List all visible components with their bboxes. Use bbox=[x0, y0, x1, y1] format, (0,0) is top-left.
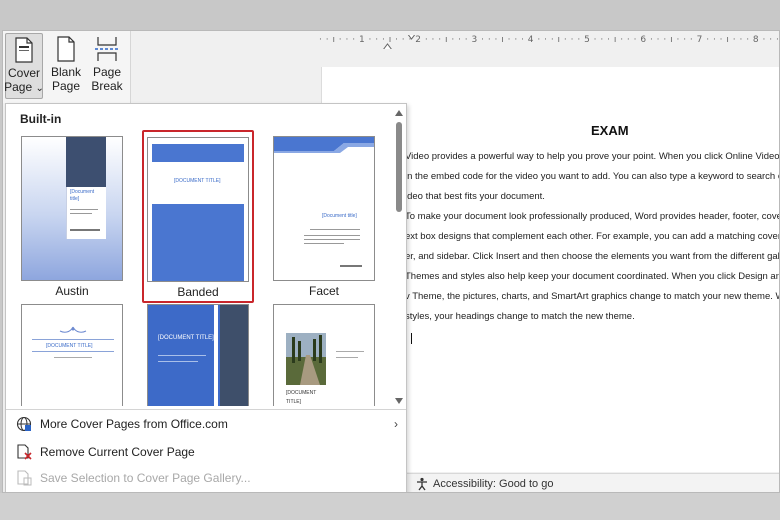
thumbnail-facet[interactable]: [Document title] Facet bbox=[270, 136, 378, 298]
thumbnail-ion[interactable]: [DOCUMENT TITLE] bbox=[270, 304, 378, 406]
thumbnail-preview: [DOCUMENT TITLE] bbox=[147, 304, 249, 406]
indent-marker-icon[interactable] bbox=[407, 35, 416, 42]
ribbon-pages-group: Cover Page ⌄ Blank Page Page Break bbox=[3, 31, 131, 103]
scroll-thumb[interactable] bbox=[396, 122, 402, 212]
thumbnail-inner-title: [Document title] bbox=[70, 189, 95, 202]
doc-line: To make your document look professionall… bbox=[405, 211, 780, 222]
doc-line: styles, your headings change to match th… bbox=[405, 311, 635, 322]
document-heading: EXAM bbox=[591, 123, 629, 138]
save-to-gallery-item: Save Selection to Cover Page Gallery... bbox=[16, 466, 404, 490]
thumbnail-inner-title: [DOCUMENT TITLE] bbox=[174, 178, 221, 184]
thumbnail-austin[interactable]: [Document title] Austin bbox=[18, 136, 126, 298]
thumbnail-preview: [DOCUMENT TITLE] bbox=[273, 304, 375, 406]
text-cursor bbox=[411, 333, 412, 344]
doc-line: ideo that best fits your document. bbox=[405, 191, 545, 202]
thumbnail-banded[interactable]: [DOCUMENT TITLE] Banded bbox=[142, 130, 254, 303]
scroll-up-icon[interactable] bbox=[395, 110, 403, 116]
chevron-down-icon: ⌄ bbox=[35, 83, 44, 94]
remove-cover-page-label: Remove Current Cover Page bbox=[40, 445, 195, 459]
hanging-indent-icon[interactable] bbox=[383, 41, 392, 49]
page-break-label-1: Page bbox=[92, 65, 122, 79]
blank-page-button[interactable]: Blank Page bbox=[47, 33, 85, 99]
gallery-thumbnails: [Document title] Austin [DOCUMENT TITLE]… bbox=[6, 130, 390, 406]
scroll-down-icon[interactable] bbox=[395, 398, 403, 404]
doc-line: in the embed code for the video you want… bbox=[405, 171, 780, 182]
save-gallery-icon bbox=[17, 470, 32, 486]
thumbnail-label: Austin bbox=[55, 284, 89, 298]
thumbnail-inner-title: [Document title] bbox=[322, 213, 357, 219]
page-break-label-2: Break bbox=[91, 79, 123, 93]
chevron-right-icon: › bbox=[394, 417, 398, 431]
doc-line: ext box designs that complement each oth… bbox=[405, 231, 780, 242]
gallery-section-header: Built-in bbox=[20, 112, 62, 126]
ornament-icon bbox=[59, 326, 87, 333]
status-bar: Accessibility: Good to go bbox=[407, 473, 779, 492]
screen-bottom-strip bbox=[0, 493, 780, 520]
horizontal-ruler[interactable]: · · ı · · · 1 · · · ı · · · 2 · · · ı · … bbox=[319, 35, 779, 49]
word-window: Cover Page ⌄ Blank Page Page Break · · ı… bbox=[2, 30, 780, 493]
thumbnail-label: Banded bbox=[177, 285, 219, 299]
blank-page-label-2: Page bbox=[51, 79, 81, 93]
thumbnail-preview: [DOCUMENT TITLE] bbox=[21, 304, 123, 406]
more-cover-pages-label: More Cover Pages from Office.com bbox=[40, 417, 228, 431]
thumbnail-filigree[interactable]: [DOCUMENT TITLE] bbox=[18, 304, 126, 406]
doc-line: v Theme, the pictures, charts, and Smart… bbox=[405, 291, 780, 302]
page-break-button[interactable]: Page Break bbox=[87, 33, 127, 99]
thumbnail-label: Facet bbox=[308, 284, 339, 298]
thumbnail-inner-title: [DOCUMENT TITLE] bbox=[46, 343, 93, 349]
blank-page-icon bbox=[57, 36, 75, 62]
cover-page-button[interactable]: Cover Page ⌄ bbox=[4, 33, 44, 99]
doc-line: Themes and styles also help keep your do… bbox=[405, 271, 780, 282]
thumbnail-preview: [Document title] bbox=[21, 136, 123, 281]
accessibility-icon[interactable] bbox=[415, 477, 429, 491]
accessibility-status[interactable]: Accessibility: Good to go bbox=[433, 478, 553, 490]
document-body[interactable]: Video provides a powerful way to help yo… bbox=[405, 147, 780, 327]
facet-band-graphic bbox=[274, 137, 374, 153]
remove-cover-page-item[interactable]: Remove Current Cover Page bbox=[16, 440, 404, 464]
thumbnail-grid[interactable]: [DOCUMENT TITLE] bbox=[144, 304, 252, 406]
cover-page-gallery: Built-in [Document title] Austin [DOCUME… bbox=[5, 103, 407, 492]
thumbnail-preview: [DOCUMENT TITLE] bbox=[147, 137, 249, 282]
save-to-gallery-label: Save Selection to Cover Page Gallery... bbox=[40, 471, 251, 485]
remove-page-icon bbox=[17, 444, 32, 460]
thumbnail-preview: [Document title] bbox=[273, 136, 375, 281]
globe-icon bbox=[16, 416, 32, 432]
blank-page-label-1: Blank bbox=[50, 65, 82, 79]
thumbnail-inner-title: [DOCUMENT TITLE] bbox=[286, 390, 317, 405]
gallery-scrollbar[interactable] bbox=[394, 108, 404, 406]
page-break-icon bbox=[95, 37, 119, 61]
doc-line: Video provides a powerful way to help yo… bbox=[405, 151, 780, 162]
doc-line: er, and sidebar. Click Insert and then c… bbox=[405, 251, 780, 262]
menu-divider bbox=[6, 409, 406, 410]
more-cover-pages-item[interactable]: More Cover Pages from Office.com › bbox=[16, 412, 404, 436]
road-photo-image bbox=[286, 333, 326, 385]
cover-page-label-1: Cover bbox=[7, 66, 40, 80]
thumbnail-inner-title: [DOCUMENT TITLE] bbox=[158, 335, 214, 341]
cover-page-icon bbox=[15, 37, 33, 63]
cover-page-label-2: Page bbox=[4, 80, 33, 94]
